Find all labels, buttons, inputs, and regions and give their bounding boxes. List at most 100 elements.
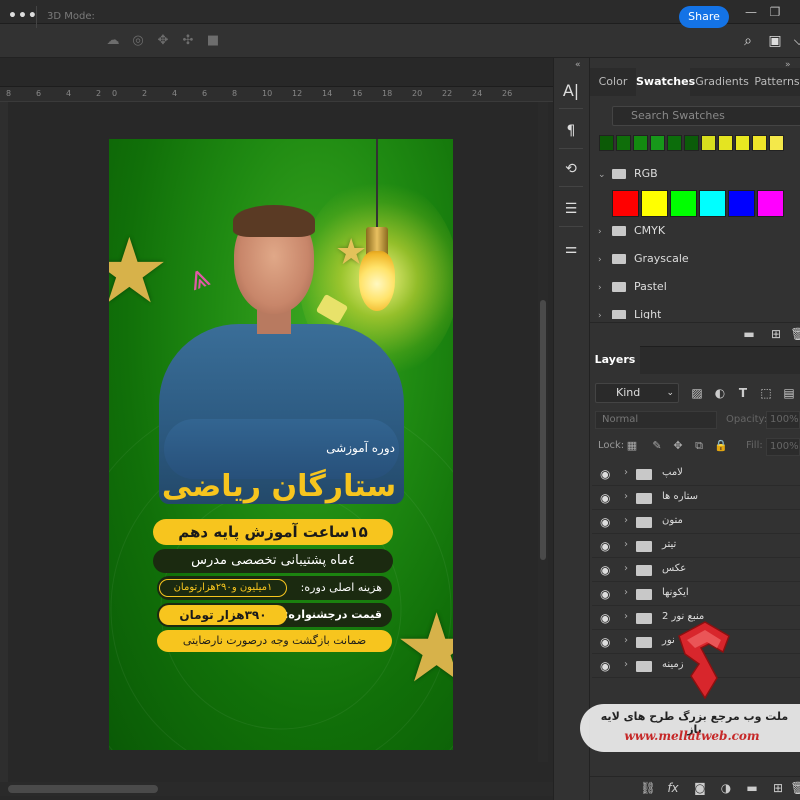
history-panel-icon[interactable]: ⟲ xyxy=(557,156,585,182)
swatch-group-pastel[interactable]: › Pastel xyxy=(598,277,667,297)
swatch-group-grayscale[interactable]: › Grayscale xyxy=(598,249,689,269)
recent-swatch[interactable] xyxy=(633,135,648,151)
recent-swatch[interactable] xyxy=(769,135,784,151)
vertical-scroll-thumb[interactable] xyxy=(540,300,546,560)
strip-divider xyxy=(559,226,583,227)
fill-input[interactable]: 100% xyxy=(766,438,800,456)
tab-patterns[interactable]: Patterns xyxy=(754,68,800,96)
recent-swatch[interactable] xyxy=(735,135,750,151)
share-button[interactable]: Share xyxy=(679,6,729,28)
character-panel-icon[interactable]: A| xyxy=(557,78,585,104)
layer-row[interactable]: ◉ › عکس xyxy=(592,558,800,582)
lock-all-icon[interactable]: 🔒 xyxy=(714,439,728,453)
swatch-group-rgb[interactable]: ⌄ RGB xyxy=(598,164,658,184)
filter-adjustment-icon[interactable]: ◐ xyxy=(712,385,728,401)
visibility-eye-icon[interactable]: ◉ xyxy=(600,467,610,481)
visibility-eye-icon[interactable]: ◉ xyxy=(600,611,610,625)
lock-brush-icon[interactable]: ✎ xyxy=(650,439,664,453)
visibility-eye-icon[interactable]: ◉ xyxy=(600,515,610,529)
rgb-swatch[interactable] xyxy=(641,190,668,217)
chevron-right-icon[interactable]: › xyxy=(624,515,628,526)
layer-style-icon[interactable]: fx xyxy=(665,780,681,796)
swatch-group-cmyk[interactable]: › CMYK xyxy=(598,221,665,241)
vertical-ruler[interactable] xyxy=(0,102,8,782)
visibility-eye-icon[interactable]: ◉ xyxy=(600,491,610,505)
recent-swatch[interactable] xyxy=(616,135,631,151)
swatches-search-input[interactable]: Search Swatches xyxy=(612,106,800,126)
rgb-swatch[interactable] xyxy=(757,190,784,217)
paragraph-panel-icon[interactable]: ¶ xyxy=(557,118,585,144)
recent-swatch[interactable] xyxy=(650,135,665,151)
rgb-swatch[interactable] xyxy=(670,190,697,217)
new-group-icon[interactable]: ▬ xyxy=(741,326,757,342)
visibility-eye-icon[interactable]: ◉ xyxy=(600,659,610,673)
chevron-right-icon[interactable]: › xyxy=(624,491,628,502)
layer-row[interactable]: ◉ › ستاره ها xyxy=(592,486,800,510)
layer-row[interactable]: ◉ › متون xyxy=(592,510,800,534)
chevron-right-icon[interactable]: › xyxy=(624,587,628,598)
new-group-icon[interactable]: ▬ xyxy=(744,780,760,796)
layer-row[interactable]: ◉ › تیتر xyxy=(592,534,800,558)
chevron-right-icon[interactable]: › xyxy=(624,611,628,622)
recent-swatch[interactable] xyxy=(684,135,699,151)
recent-swatch[interactable] xyxy=(667,135,682,151)
swatch-group-light[interactable]: › Light xyxy=(598,305,661,319)
chevron-right-icon[interactable]: › xyxy=(624,635,628,646)
layer-row[interactable]: ◉ › ایکونها xyxy=(592,582,800,606)
delete-layer-icon[interactable]: 🗑 xyxy=(790,780,800,796)
pan-3d-icon[interactable]: ✥ xyxy=(154,32,172,50)
tab-swatches[interactable]: Swatches xyxy=(636,68,695,96)
minimize-button[interactable]: — xyxy=(741,2,761,22)
collapse-icon[interactable]: « xyxy=(575,60,581,70)
blend-mode-select[interactable]: Normal xyxy=(595,411,717,429)
visibility-eye-icon[interactable]: ◉ xyxy=(600,635,610,649)
properties-panel-icon[interactable]: ☰ xyxy=(557,196,585,222)
filter-type-icon[interactable]: T xyxy=(735,385,751,401)
rgb-swatch[interactable] xyxy=(728,190,755,217)
workspace-icon[interactable]: ▣ xyxy=(766,32,784,50)
chevron-right-icon[interactable]: › xyxy=(624,467,628,478)
recent-swatch[interactable] xyxy=(701,135,716,151)
horizontal-ruler[interactable]: 8 6 4 2 0 2 4 6 8 10 12 14 16 18 20 22 2… xyxy=(0,86,553,102)
tab-color[interactable]: Color xyxy=(590,68,636,96)
orbit-3d-icon[interactable]: ☁ xyxy=(104,32,122,50)
roll-3d-icon[interactable]: ◎ xyxy=(129,32,147,50)
recent-swatch[interactable] xyxy=(752,135,767,151)
lock-artboard-icon[interactable]: ⧉ xyxy=(692,439,706,453)
chevron-right-icon[interactable]: › xyxy=(624,539,628,550)
rgb-swatch[interactable] xyxy=(612,190,639,217)
adjustment-layer-icon[interactable]: ◑ xyxy=(718,780,734,796)
slide-3d-icon[interactable]: ✣ xyxy=(179,32,197,50)
recent-swatch[interactable] xyxy=(718,135,733,151)
visibility-eye-icon[interactable]: ◉ xyxy=(600,587,610,601)
link-layers-icon[interactable]: ⛓ xyxy=(640,780,656,796)
more-options-button[interactable]: ••• xyxy=(8,8,38,24)
lock-transparency-icon[interactable]: ▦ xyxy=(625,439,639,453)
search-icon[interactable]: ⌕ xyxy=(739,32,757,50)
canvas-artwork[interactable]: ★ ★ ★ ⩓ دوره آموزشی ستارگان ریاضی ۱۵ساعت… xyxy=(109,139,453,750)
rgb-swatch[interactable] xyxy=(699,190,726,217)
filter-smart-object-icon[interactable]: ▤ xyxy=(781,385,797,401)
chevron-right-icon[interactable]: › xyxy=(624,563,628,574)
horizontal-scroll-thumb[interactable] xyxy=(8,785,158,793)
tab-gradients[interactable]: Gradients xyxy=(690,68,754,96)
new-swatch-icon[interactable]: ⊞ xyxy=(768,326,784,342)
visibility-eye-icon[interactable]: ◉ xyxy=(600,539,610,553)
lock-position-icon[interactable]: ✥ xyxy=(671,439,685,453)
filter-shape-icon[interactable]: ⬚ xyxy=(758,385,774,401)
visibility-eye-icon[interactable]: ◉ xyxy=(600,563,610,577)
filter-pixel-icon[interactable]: ▨ xyxy=(689,385,705,401)
panel-toggle-icon[interactable]: ⌵ xyxy=(790,32,800,50)
add-mask-icon[interactable]: ◙ xyxy=(692,780,708,796)
layer-filter-kind-select[interactable]: Kind ⌄ xyxy=(595,383,679,403)
recent-swatch[interactable] xyxy=(599,135,614,151)
delete-swatch-icon[interactable]: 🗑 xyxy=(790,326,800,342)
new-layer-icon[interactable]: ⊞ xyxy=(770,780,786,796)
adjustments-panel-icon[interactable]: ⚌ xyxy=(557,236,585,262)
camera-3d-icon[interactable]: ■ xyxy=(204,32,222,50)
opacity-input[interactable]: 100% xyxy=(766,411,800,429)
chevron-right-icon[interactable]: › xyxy=(624,659,628,670)
tab-layers[interactable]: Layers xyxy=(590,346,640,374)
layer-row[interactable]: ◉ › لامپ xyxy=(592,462,800,486)
restore-button[interactable]: ❐ xyxy=(765,2,785,22)
